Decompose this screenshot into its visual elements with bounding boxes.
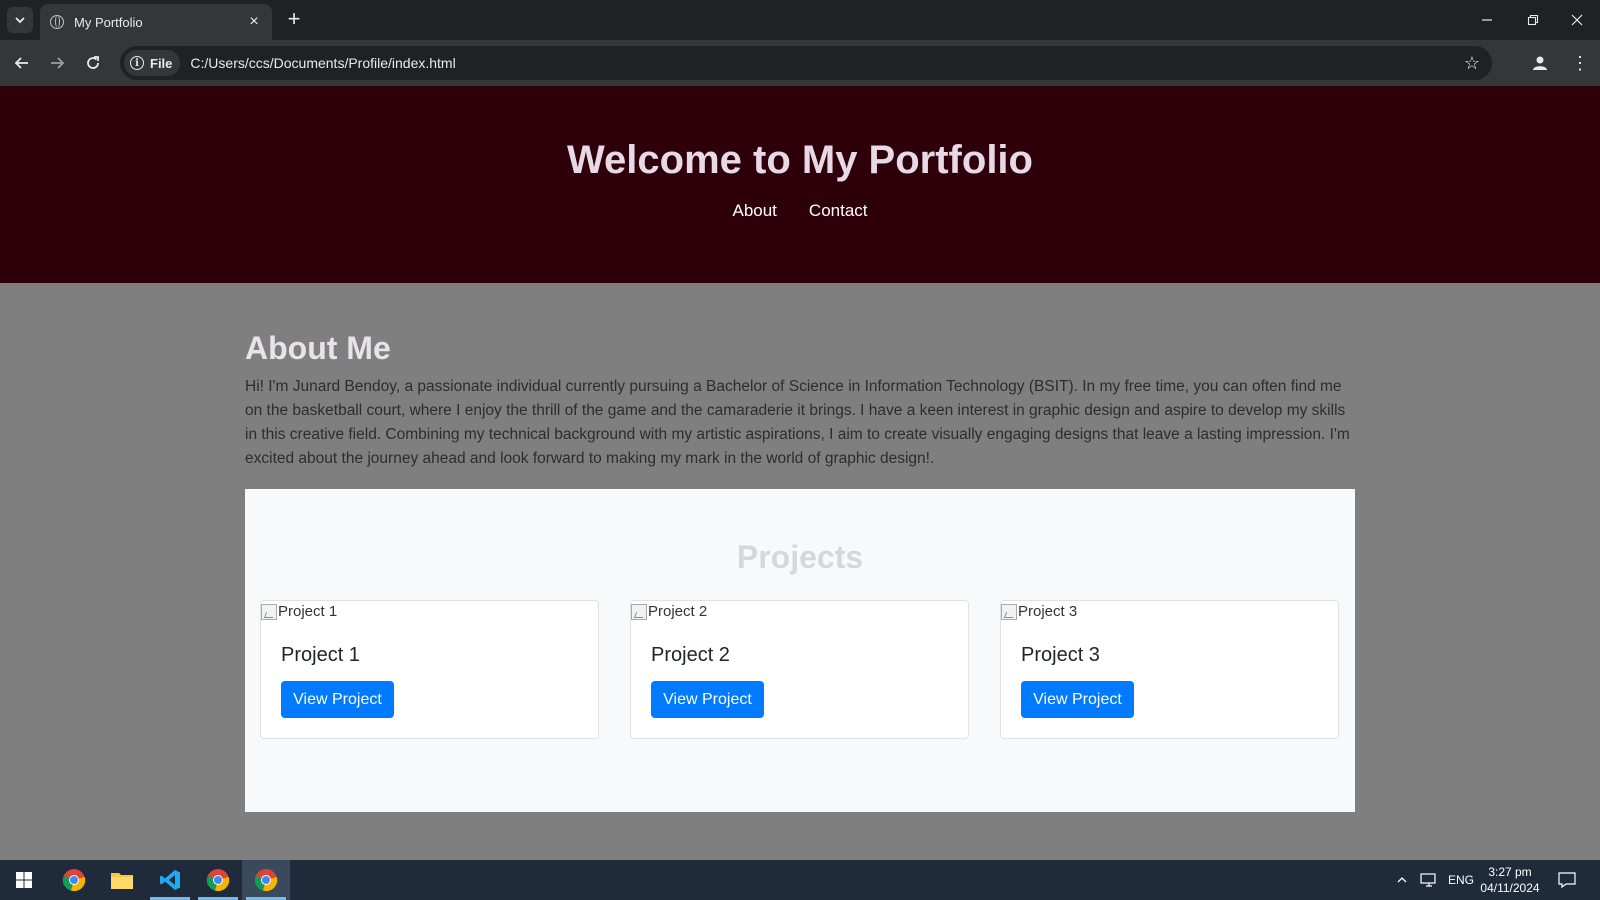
chevron-up-icon xyxy=(1397,877,1407,883)
broken-image-icon xyxy=(1001,603,1017,620)
globe-icon xyxy=(50,15,64,29)
project-image-alt: Project 1 xyxy=(278,603,338,620)
site-info-label: File xyxy=(150,55,173,71)
broken-image-icon xyxy=(631,603,647,620)
chevron-down-icon xyxy=(15,17,25,24)
reload-button[interactable] xyxy=(78,48,108,78)
arrow-left-icon xyxy=(14,57,28,69)
minimize-icon xyxy=(1482,19,1492,21)
start-button[interactable] xyxy=(0,860,48,900)
chrome-icon xyxy=(254,869,278,892)
clock-time: 3:27 pm xyxy=(1488,865,1532,879)
close-window-button[interactable] xyxy=(1554,0,1600,40)
broken-image-icon xyxy=(261,603,277,620)
site-info-chip[interactable]: i File xyxy=(124,50,181,76)
taskbar: ENG 3:27 pm 04/11/2024 xyxy=(0,860,1600,900)
about-text: Hi! I'm Junard Bendoy, a passionate indi… xyxy=(245,378,1350,467)
restore-button[interactable] xyxy=(1510,0,1556,40)
taskbar-chrome[interactable] xyxy=(50,860,98,900)
project-image: Project 2 xyxy=(631,603,707,620)
tab-title: My Portfolio xyxy=(74,14,143,30)
notification-icon xyxy=(1558,872,1576,888)
restore-icon xyxy=(1527,14,1539,26)
new-tab-button[interactable]: + xyxy=(282,8,306,32)
kebab-menu-icon[interactable]: ⋮ xyxy=(1568,51,1592,75)
project-card: Project 1 Project 1 View Project xyxy=(260,600,599,739)
vscode-icon xyxy=(160,870,180,890)
clock-date: 04/11/2024 xyxy=(1480,881,1540,895)
close-tab-icon[interactable]: × xyxy=(246,13,262,31)
about-section: About Me Hi! I'm Junard Bendoy, a passio… xyxy=(245,330,1355,471)
project-card: Project 3 Project 3 View Project xyxy=(1000,600,1339,739)
page-title: Welcome to My Portfolio xyxy=(567,138,1033,182)
address-bar[interactable]: i File C:/Users/ccs/Documents/Profile/in… xyxy=(120,46,1492,80)
project-title: Project 1 xyxy=(281,644,360,666)
taskbar-file-explorer[interactable] xyxy=(98,860,146,900)
forward-button[interactable] xyxy=(42,48,72,78)
site-nav: About Contact xyxy=(0,201,1600,221)
bookmark-star-icon[interactable]: ☆ xyxy=(1464,53,1480,74)
site-header: Welcome to My Portfolio About Contact xyxy=(0,86,1600,283)
profile-icon xyxy=(1533,56,1547,70)
projects-heading: Projects xyxy=(736,539,864,575)
folder-icon xyxy=(111,873,133,889)
project-card: Project 2 Project 2 View Project xyxy=(630,600,969,739)
chrome-icon xyxy=(62,869,86,892)
view-project-button[interactable]: View Project xyxy=(1021,681,1134,718)
view-project-button[interactable]: View Project xyxy=(281,681,394,718)
browser-toolbar: i File C:/Users/ccs/Documents/Profile/in… xyxy=(0,40,1600,86)
nav-link-about[interactable]: About xyxy=(732,201,776,221)
project-image-alt: Project 3 xyxy=(1018,603,1078,620)
project-image: Project 3 xyxy=(1001,603,1077,620)
project-cards: Project 1 Project 1 View Project Project… xyxy=(260,600,1339,739)
back-button[interactable] xyxy=(7,48,37,78)
browser-tab-my-portfolio[interactable]: My Portfolio × xyxy=(40,4,272,40)
profile-button[interactable] xyxy=(1528,51,1552,75)
windows-icon xyxy=(16,872,32,888)
view-project-button[interactable]: View Project xyxy=(651,681,764,718)
project-title: Project 3 xyxy=(1021,644,1100,666)
project-image-alt: Project 2 xyxy=(648,603,708,620)
taskbar-chrome-active[interactable] xyxy=(242,860,290,900)
arrow-right-icon xyxy=(51,57,65,69)
notification-center[interactable] xyxy=(1558,860,1576,900)
about-heading: About Me xyxy=(245,330,391,366)
tab-search-button[interactable] xyxy=(7,7,33,33)
reload-icon xyxy=(87,56,99,69)
close-icon xyxy=(1571,14,1583,26)
show-hidden-icons[interactable] xyxy=(1396,860,1408,900)
minimize-button[interactable] xyxy=(1464,0,1510,40)
taskbar-vscode[interactable] xyxy=(146,860,194,900)
network-status[interactable] xyxy=(1420,860,1438,900)
url-text[interactable]: C:/Users/ccs/Documents/Profile/index.htm… xyxy=(190,55,1463,71)
network-icon xyxy=(1420,873,1436,887)
project-image: Project 1 xyxy=(261,603,337,620)
nav-link-contact[interactable]: Contact xyxy=(809,201,868,221)
taskbar-chrome-profile[interactable] xyxy=(194,860,242,900)
info-icon: i xyxy=(130,56,144,70)
system-clock[interactable]: 3:27 pm 04/11/2024 xyxy=(1470,864,1550,896)
projects-section: Projects Project 1 Project 1 View Projec… xyxy=(245,489,1355,812)
chrome-icon xyxy=(206,869,230,892)
browser-tab-bar: My Portfolio × + xyxy=(0,0,1600,40)
project-title: Project 2 xyxy=(651,644,730,666)
